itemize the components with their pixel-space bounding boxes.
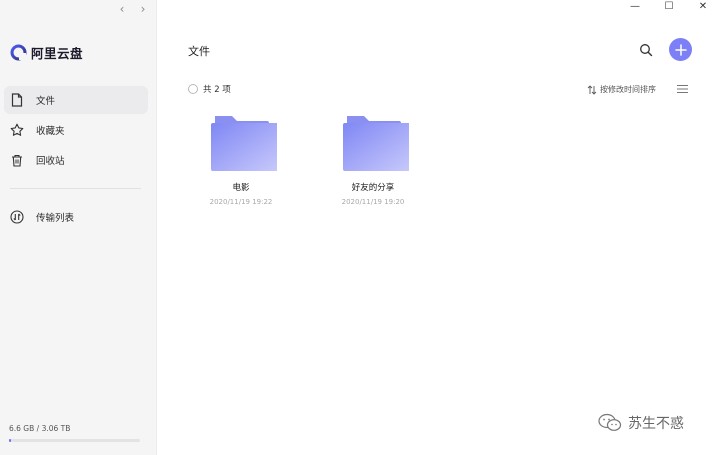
sidebar-item-label: 传输列表 bbox=[36, 213, 75, 224]
folder-date: 2020/11/19 19:20 bbox=[341, 198, 405, 206]
folder-item[interactable]: 好友的分享 2020/11/19 19:20 bbox=[328, 114, 418, 206]
storage-usage-bar bbox=[9, 439, 140, 442]
select-all-radio[interactable] bbox=[188, 84, 198, 94]
folder-icon bbox=[343, 116, 409, 171]
storage-usage-fill bbox=[9, 439, 11, 442]
sidebar-item-label: 收藏夹 bbox=[36, 126, 65, 137]
sidebar-transfer-section: 传输列表 bbox=[4, 203, 148, 233]
app-name: 阿里云盘 bbox=[31, 46, 84, 61]
close-icon[interactable]: ✕ bbox=[686, 0, 720, 12]
maximize-icon[interactable]: ☐ bbox=[652, 0, 686, 12]
trash-icon bbox=[10, 153, 24, 167]
folder-icon bbox=[211, 116, 277, 171]
forward-arrow-icon[interactable]: › bbox=[137, 2, 149, 16]
plus-icon bbox=[674, 43, 687, 56]
folder-date: 2020/11/19 19:22 bbox=[209, 198, 273, 206]
star-icon bbox=[10, 123, 24, 137]
app-logo: 阿里云盘 bbox=[10, 43, 83, 62]
sidebar-nav: 文件 收藏夹 回收站 bbox=[4, 86, 148, 176]
list-view-icon[interactable] bbox=[677, 84, 688, 94]
sidebar-item-favorites[interactable]: 收藏夹 bbox=[4, 116, 148, 144]
sidebar: ‹ › 阿里云盘 文件 收藏夹 回收站 传输列表 6.6 GB / 3.06 T… bbox=[0, 0, 157, 455]
item-count: 共 2 项 bbox=[203, 85, 231, 95]
sidebar-item-trash[interactable]: 回收站 bbox=[4, 146, 148, 174]
select-all-control[interactable]: 共 2 项 bbox=[188, 83, 231, 95]
sort-icon bbox=[587, 84, 597, 95]
wechat-icon bbox=[598, 413, 622, 431]
add-button[interactable] bbox=[669, 38, 692, 61]
storage-usage-text: 6.6 GB / 3.06 TB bbox=[9, 424, 71, 433]
history-nav: ‹ › bbox=[116, 2, 149, 16]
minimize-icon[interactable]: — bbox=[618, 0, 652, 12]
folder-name: 好友的分享 bbox=[351, 183, 395, 193]
sidebar-item-transfer-list[interactable]: 传输列表 bbox=[4, 203, 148, 231]
aliyun-logo-icon bbox=[10, 44, 27, 61]
search-icon[interactable] bbox=[639, 43, 653, 57]
folder-name: 电影 bbox=[232, 183, 250, 193]
folder-item[interactable]: 电影 2020/11/19 19:22 bbox=[196, 114, 286, 206]
sort-button[interactable]: 按修改时间排序 bbox=[587, 84, 656, 95]
page-title: 文件 bbox=[188, 45, 210, 58]
window-controls: — ☐ ✕ bbox=[618, 0, 720, 12]
sort-label: 按修改时间排序 bbox=[600, 85, 656, 94]
watermark: 苏生不惑 bbox=[598, 413, 684, 433]
sidebar-divider bbox=[10, 188, 141, 189]
watermark-text: 苏生不惑 bbox=[628, 416, 684, 432]
transfer-icon bbox=[10, 210, 24, 224]
sidebar-item-files[interactable]: 文件 bbox=[4, 86, 148, 114]
file-icon bbox=[10, 93, 24, 107]
sidebar-item-label: 文件 bbox=[36, 96, 56, 107]
back-arrow-icon[interactable]: ‹ bbox=[116, 2, 128, 16]
sidebar-item-label: 回收站 bbox=[36, 156, 65, 167]
